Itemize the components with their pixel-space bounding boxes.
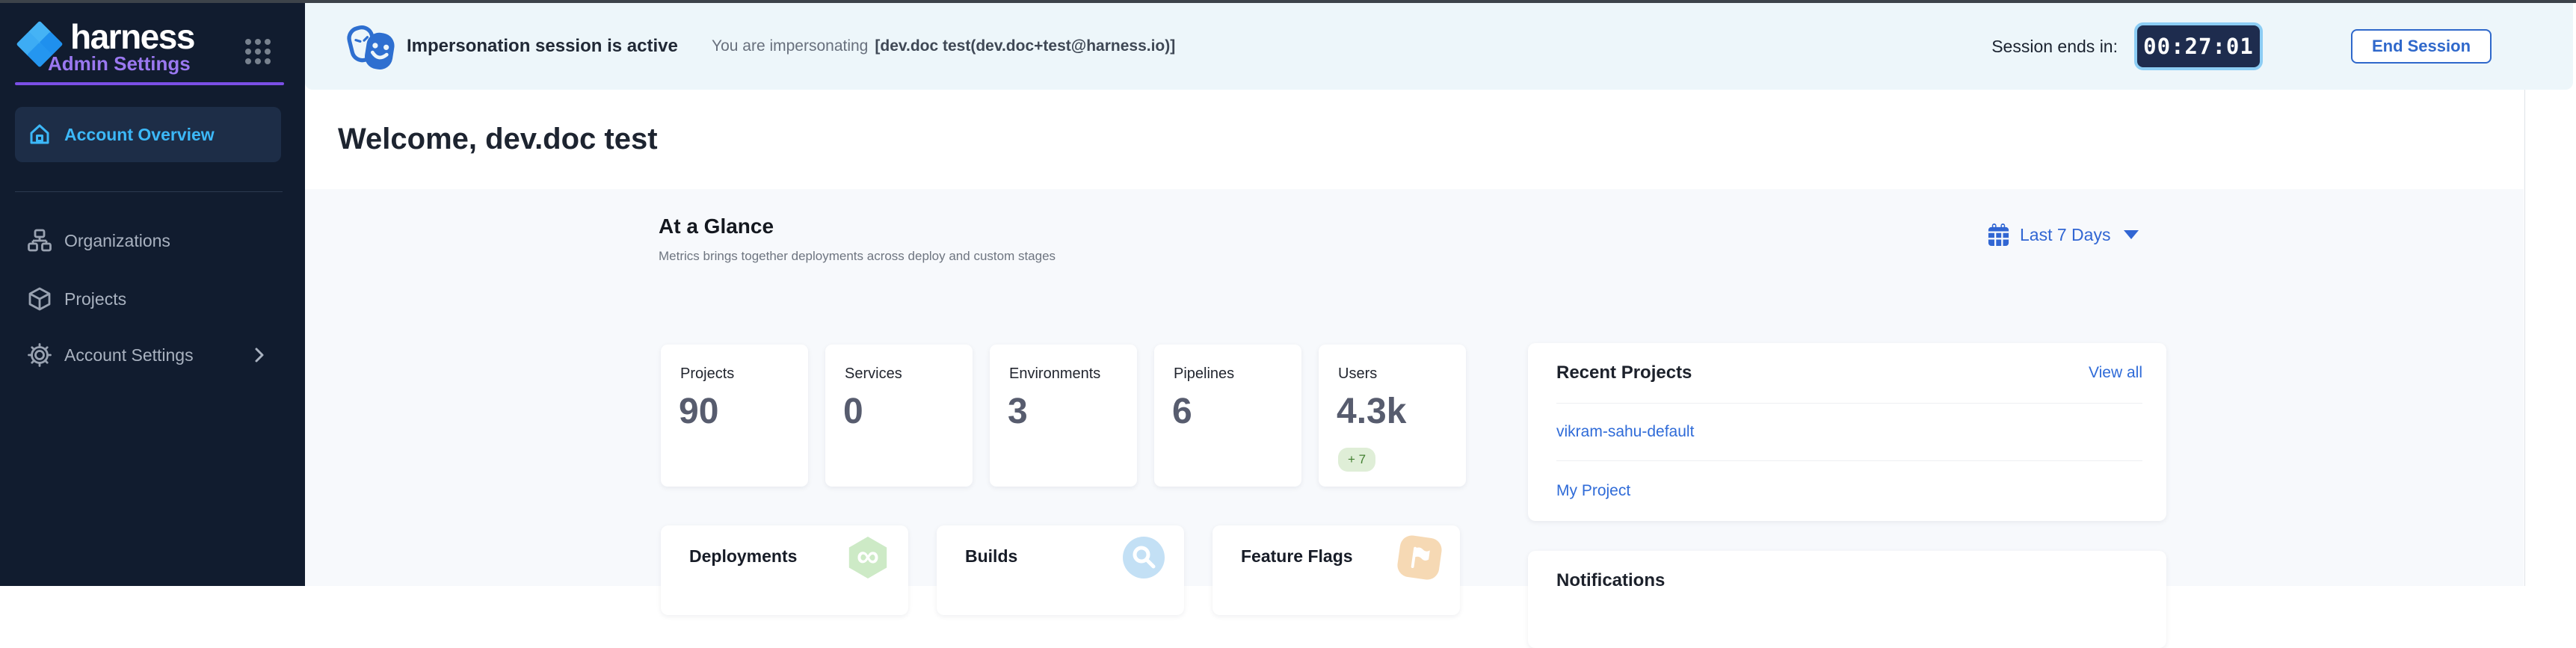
stat-value: 4.3k: [1337, 391, 1406, 432]
panel-title: Recent Projects: [1556, 362, 1692, 383]
recent-projects-panel: Recent Projects View all vikram-sahu-def…: [1528, 343, 2166, 521]
banner-title: Impersonation session is active: [407, 3, 678, 90]
right-gutter: [2524, 90, 2576, 586]
notifications-panel: Notifications: [1528, 551, 2166, 648]
module-title: Deployments: [689, 546, 797, 567]
module-card-deployments[interactable]: Deployments ∞: [661, 525, 908, 615]
app-grid-menu-icon[interactable]: [245, 39, 271, 64]
view-all-link[interactable]: View all: [2089, 364, 2142, 382]
stat-label: Services: [845, 365, 902, 383]
org-chart-icon: [27, 228, 52, 253]
impersonation-banner: Impersonation session is active You are …: [305, 3, 2573, 90]
date-range-label: Last 7 Days: [2020, 225, 2110, 245]
module-card-feature-flags[interactable]: Feature Flags: [1212, 525, 1460, 615]
stat-card-projects: Projects 90: [661, 345, 808, 487]
date-range-selector[interactable]: Last 7 Days: [1987, 220, 2139, 249]
sidebar-accent-rule: [15, 82, 284, 85]
sidebar-subtitle: Admin Settings: [48, 52, 191, 75]
flag-icon: [1396, 534, 1443, 581]
stat-label: Pipelines: [1174, 365, 1234, 383]
module-title: Feature Flags: [1241, 546, 1353, 567]
sidebar-item-projects[interactable]: Projects: [15, 273, 281, 325]
panel-header: Recent Projects View all: [1556, 343, 2142, 403]
stat-value: 6: [1172, 391, 1192, 432]
sidebar-divider: [15, 191, 283, 192]
pipeline-infinity-icon: ∞: [847, 537, 889, 578]
stat-label: Environments: [1009, 365, 1100, 383]
window-top-strip: [0, 0, 2576, 3]
section-title: At a Glance: [659, 215, 774, 238]
banner-subtitle: You are impersonating [dev.doc test(dev.…: [712, 3, 1175, 90]
user-growth-badge: + 7: [1338, 448, 1375, 472]
session-ends-label: Session ends in:: [1991, 37, 2118, 57]
project-link[interactable]: My Project: [1556, 482, 1630, 500]
banner-session-controls: Session ends in: 00:27:01 End Session: [1991, 3, 2492, 90]
sidebar-item-account-overview[interactable]: Account Overview: [15, 107, 281, 162]
theater-masks-icon: [344, 22, 401, 72]
panel-title: Notifications: [1556, 570, 1665, 591]
sidebar-item-account-settings[interactable]: Account Settings: [15, 329, 281, 381]
sidebar-item-label: Account Settings: [64, 345, 194, 365]
sidebar-item-label: Projects: [64, 289, 126, 309]
cube-icon: [27, 286, 52, 312]
chevron-right-icon: [254, 347, 265, 363]
stat-value: 0: [843, 391, 863, 432]
magnifier-icon: [1123, 537, 1165, 578]
end-session-button[interactable]: End Session: [2351, 29, 2492, 64]
list-item[interactable]: My Project: [1556, 461, 2142, 521]
gear-icon: [27, 342, 52, 368]
module-title: Builds: [965, 546, 1017, 567]
home-icon: [27, 122, 52, 147]
page-title: Welcome, dev.doc test: [338, 90, 658, 189]
main-content: At a Glance Metrics brings together depl…: [305, 189, 2524, 586]
sidebar: harness Admin Settings Account Overview …: [0, 0, 305, 586]
sidebar-item-organizations[interactable]: Organizations: [15, 215, 281, 267]
stat-value: 3: [1008, 391, 1028, 432]
stat-card-services: Services 0: [825, 345, 973, 487]
project-link[interactable]: vikram-sahu-default: [1556, 423, 1694, 441]
list-item[interactable]: vikram-sahu-default: [1556, 404, 2142, 460]
impersonated-user: [dev.doc test(dev.doc+test@harness.io)]: [875, 37, 1175, 55]
stat-card-users: Users 4.3k + 7: [1319, 345, 1466, 487]
session-countdown-timer: 00:27:01: [2134, 22, 2263, 70]
calendar-icon: [1987, 223, 2010, 247]
stat-value: 90: [679, 391, 718, 432]
stat-label: Projects: [680, 365, 734, 383]
stat-label: Users: [1338, 365, 1377, 383]
sidebar-item-label: Account Overview: [64, 125, 215, 145]
impersonating-label: You are impersonating: [712, 37, 868, 55]
sidebar-item-label: Organizations: [64, 231, 170, 251]
section-subtitle: Metrics brings together deployments acro…: [659, 249, 1056, 264]
caret-down-icon: [2124, 230, 2139, 239]
stat-card-pipelines: Pipelines 6: [1154, 345, 1301, 487]
welcome-band: Welcome, dev.doc test: [305, 90, 2524, 190]
module-card-builds[interactable]: Builds: [937, 525, 1184, 615]
stat-card-environments: Environments 3: [990, 345, 1137, 487]
